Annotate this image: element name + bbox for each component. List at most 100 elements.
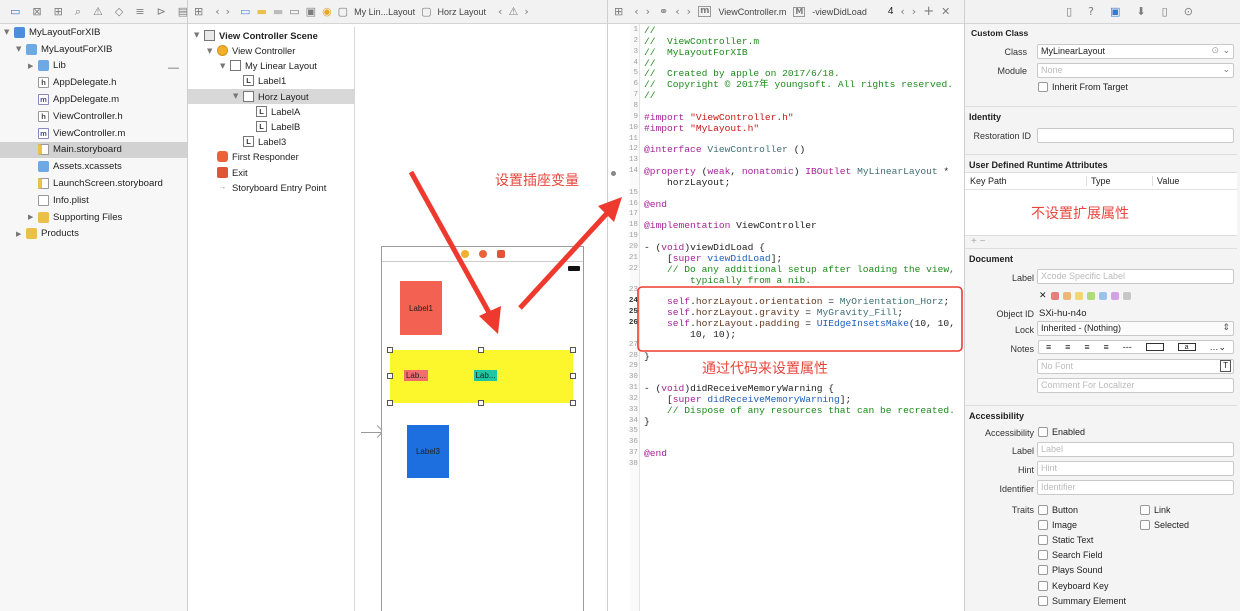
checkbox-box[interactable] [1038,535,1048,546]
file-inspector-icon[interactable]: ▯ [1066,6,1072,17]
outline-row[interactable]: ▼ View Controller [188,43,354,58]
disclosure-icon[interactable]: ▼ [16,45,26,53]
label-color-swatch[interactable] [1086,291,1095,300]
hint-field[interactable]: Hint [1037,461,1234,476]
related-items-icon[interactable]: ⚭ [659,6,668,17]
search-icon[interactable]: ⌕ [75,6,81,17]
issue-icon[interactable]: ⚠ [93,6,103,17]
comment-field[interactable]: Comment For Localizer [1037,378,1234,393]
folder-icon[interactable]: ▬ [256,6,266,17]
disclosure-icon[interactable]: ▼ [233,92,243,100]
outline-row[interactable]: ▼ Horz Layout [188,88,354,104]
clear-icon[interactable]: ⊙ [1211,45,1219,56]
counterpart-forward-icon[interactable]: › [687,6,691,17]
accessibility-enabled-checkbox[interactable]: Enabled [1038,427,1085,437]
disclosure-icon[interactable]: ▶ [16,230,26,238]
file-row[interactable]: h ViewController.h [0,108,187,125]
checkbox-box[interactable] [1038,505,1048,515]
label-color-swatch[interactable] [1074,291,1083,300]
runtime-table[interactable]: Key Path Type Value 不设置扩展属性 [965,172,1237,236]
scene-icon[interactable]: ▣ [306,6,316,17]
crumb-item[interactable]: Horz Layout [438,7,487,17]
trait-checkbox[interactable]: Keyboard Key [1038,580,1109,591]
disclosure-icon[interactable]: ▼ [220,62,230,70]
trait-checkbox[interactable]: Plays Sound [1038,565,1103,576]
chevron-down-icon[interactable]: ⌄ [1222,64,1230,75]
label-b-view[interactable]: Lab... [474,370,497,381]
outline-row[interactable]: ▼ My Linear Layout [188,58,354,73]
next-issue-icon[interactable]: › [524,6,528,17]
counterpart-count[interactable]: 4 [888,6,894,17]
checkbox-box[interactable] [1038,82,1048,92]
impl-file-icon[interactable]: m [698,6,712,17]
resize-handle[interactable] [387,347,393,353]
trait-checkbox[interactable]: Image [1038,520,1077,531]
acc-label-field[interactable]: Label [1037,442,1234,457]
file-row[interactable]: ▶ Products [0,226,187,243]
identifier-field[interactable]: Identifier [1037,480,1234,495]
checkbox-box[interactable] [1038,580,1048,591]
disclosure-icon[interactable]: ▶ [28,62,38,70]
back-icon[interactable]: ‹ [634,6,638,17]
trait-checkbox[interactable]: Button [1038,505,1078,515]
align-justify-icon[interactable]: ≡ [1104,342,1109,352]
file-row[interactable]: m AppDelegate.m [0,91,187,108]
back-icon[interactable]: ‹ [215,6,219,17]
more-icon[interactable]: …⌄ [1209,342,1226,353]
file-row[interactable]: ▶ Lib [0,58,187,75]
resize-handle[interactable] [387,400,393,406]
file-row[interactable]: ▶ Supporting Files [0,209,187,226]
background-color-icon[interactable]: a [1177,343,1196,351]
file-row[interactable]: ▼ MyLayoutForXIB [0,41,187,58]
disclosure-icon[interactable]: ▶ [28,213,38,221]
disclosure-icon[interactable]: ▼ [207,47,217,55]
outline-row[interactable]: L LabelA [188,104,354,119]
counterpart-back-icon[interactable]: ‹ [675,6,679,17]
file-row[interactable]: ▼ MyLayoutForXIB [0,24,187,41]
resize-handle[interactable] [478,400,484,406]
label-color-swatch[interactable] [1062,291,1071,300]
identity-icon[interactable]: ▣ [1110,6,1120,17]
grid-icon[interactable]: ⊞ [614,6,623,17]
help-icon[interactable]: ? [1088,6,1094,17]
next-icon[interactable]: › [912,6,916,17]
code-area[interactable]: 1 // 2 // ViewController.m 3 // MyLayoutForXI… [608,25,964,611]
resize-handle[interactable] [570,400,576,406]
checkbox-box[interactable] [1038,520,1048,531]
code-method-crumb[interactable]: -viewDidLoad [812,7,867,17]
report-icon[interactable]: ▤ [178,6,187,17]
source-control-icon[interactable]: ⊠ [32,6,41,17]
resize-handle[interactable] [478,347,484,353]
outline-row[interactable]: ▼ View Controller Scene [188,27,354,43]
module-field[interactable]: None ⌄ [1037,63,1234,78]
trait-checkbox[interactable]: Search Field [1038,550,1103,561]
align-left-icon[interactable]: ≡ [1046,342,1051,352]
file-row[interactable]: Info.plist [0,192,187,209]
checkbox-box[interactable] [1038,427,1048,437]
size-icon[interactable]: ▯ [1162,6,1168,17]
label3-view[interactable]: Label3 [407,425,449,478]
align-right-icon[interactable]: ≡ [1084,342,1089,352]
label1-view[interactable]: Label1 [400,281,442,335]
resize-handle[interactable] [387,373,393,379]
attributes-icon[interactable]: ⬇ [1136,6,1145,17]
forward-icon[interactable]: › [226,6,230,17]
checkbox-box[interactable] [1140,520,1150,531]
connections-icon[interactable]: ⊙ [1184,6,1193,17]
checkbox-box[interactable] [1038,565,1048,576]
checkbox-box[interactable] [1038,595,1048,606]
checkbox-box[interactable] [1038,550,1048,561]
stepper-icon[interactable]: ⇕ [1222,322,1230,333]
text-color-icon[interactable] [1145,343,1164,351]
collapse-dash[interactable]: — [168,62,179,74]
folder-icon[interactable]: ▬ [273,6,283,17]
project-icon[interactable]: ▭ [240,6,250,17]
outline-row[interactable]: L LabelB [188,119,354,134]
trait-checkbox[interactable]: Summary Element [1038,595,1126,606]
col-key-path[interactable]: Key Path [970,176,1007,186]
col-value[interactable]: Value [1152,176,1179,186]
trait-checkbox[interactable]: Static Text [1038,535,1093,546]
storyboard-icon[interactable]: ▭ [289,6,299,17]
font-field[interactable]: No Font T [1037,359,1234,374]
align-natural-icon[interactable]: --- [1123,342,1132,352]
